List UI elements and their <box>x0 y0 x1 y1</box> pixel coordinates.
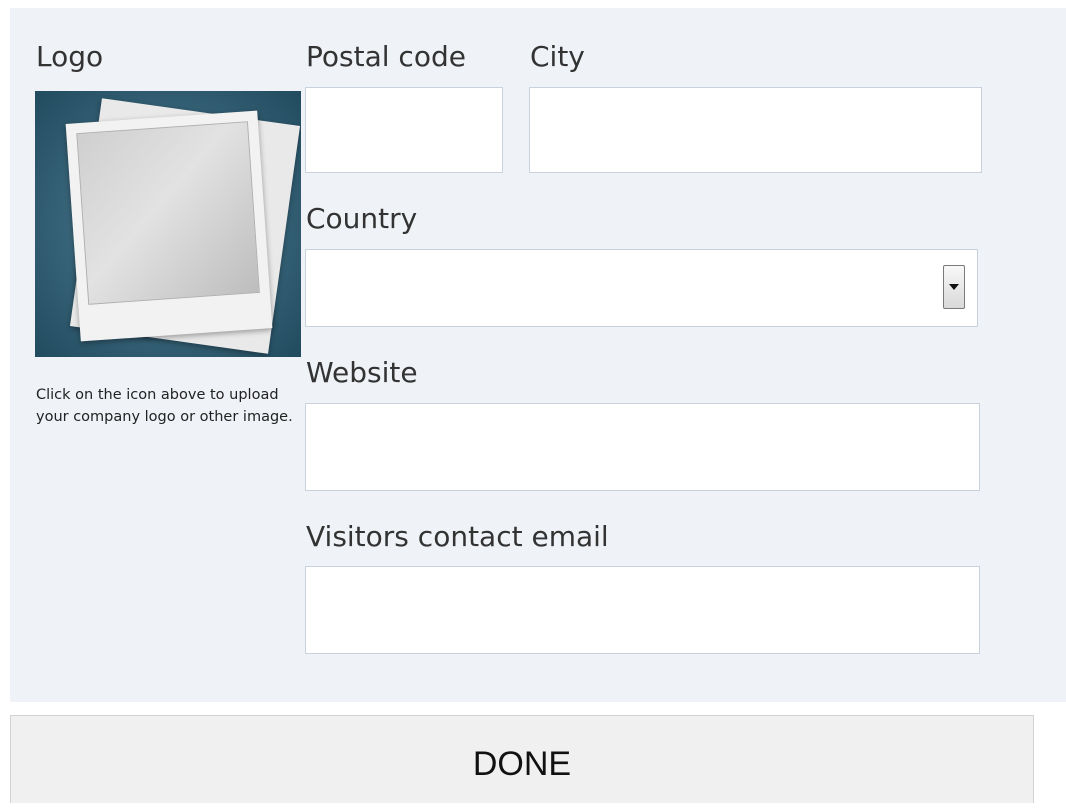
photo-frame-icon <box>65 110 273 342</box>
postal-code-input[interactable] <box>305 87 503 173</box>
logo-upload-hint: Click on the icon above to upload your c… <box>36 387 293 425</box>
contact-email-label: Visitors contact email <box>306 520 609 553</box>
postal-code-label: Postal code <box>306 40 466 73</box>
website-label: Website <box>306 356 418 389</box>
chevron-down-icon[interactable] <box>943 265 965 309</box>
logo-upload-button[interactable] <box>35 91 301 357</box>
website-input[interactable] <box>305 403 980 491</box>
country-select[interactable] <box>305 249 978 327</box>
logo-label: Logo <box>36 40 104 73</box>
city-input[interactable] <box>529 87 982 173</box>
country-label: Country <box>306 202 418 235</box>
city-label: City <box>530 40 585 73</box>
contact-email-input[interactable] <box>305 566 980 654</box>
done-button[interactable]: DONE <box>10 715 1034 803</box>
photo-placeholder-icon <box>76 121 260 305</box>
